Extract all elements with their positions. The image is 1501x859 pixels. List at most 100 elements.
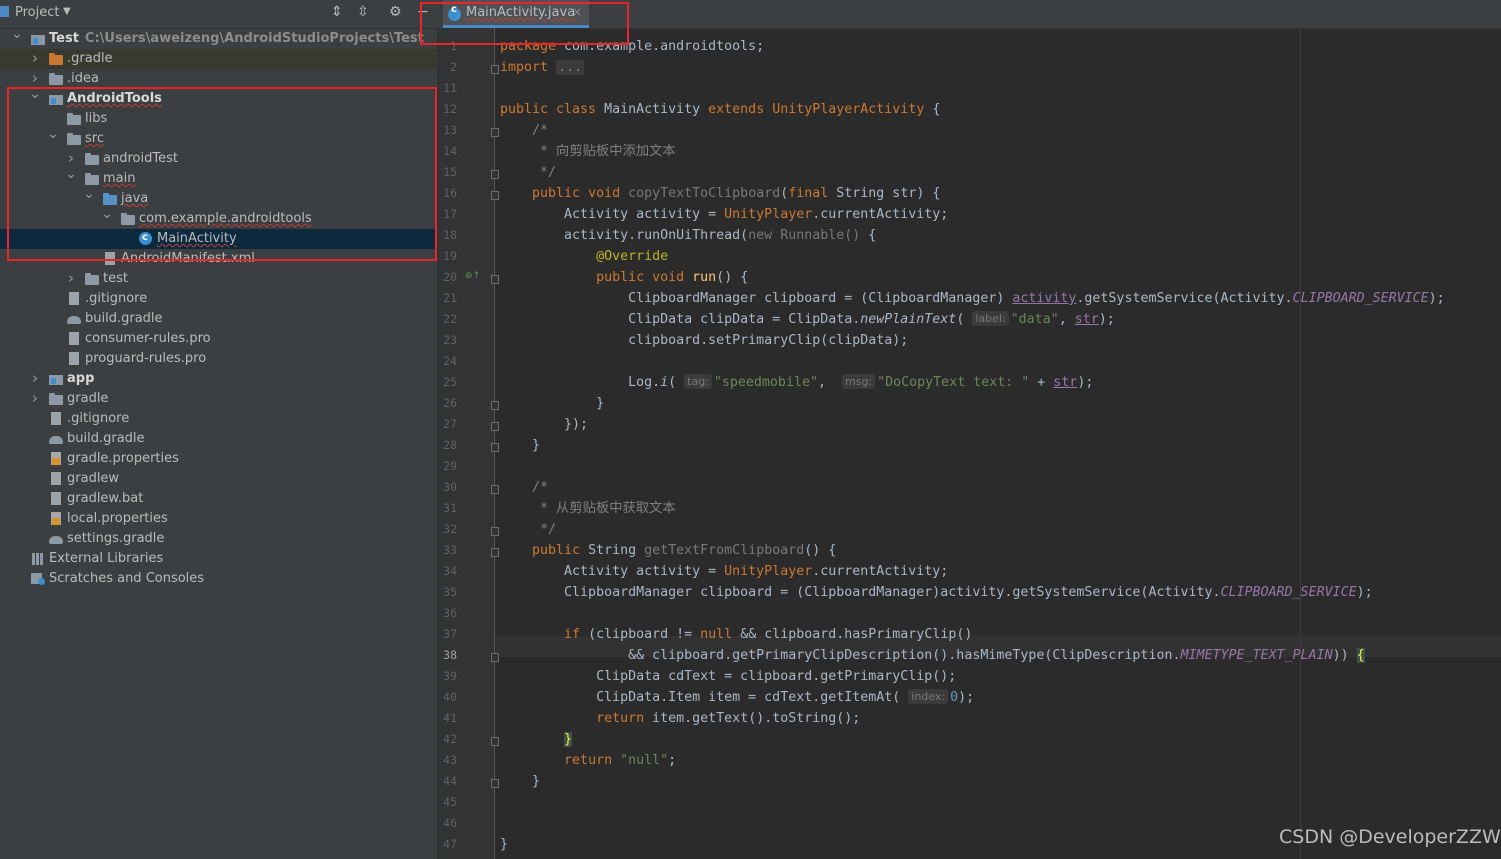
java-class-icon — [448, 4, 461, 21]
code-line[interactable]: ClipData cdText = clipboard.getPrimaryCl… — [500, 666, 956, 687]
code-line[interactable]: * 从剪贴板中获取文本 — [500, 498, 676, 519]
fold-marker-icon[interactable] — [491, 128, 499, 137]
tree-item-proguard-rules-pro[interactable]: proguard-rules.pro — [0, 349, 437, 369]
minimize-icon[interactable]: − — [417, 4, 429, 20]
tree-item-androidtools[interactable]: ⌄ AndroidTools — [0, 86, 437, 109]
tree-item-consumer-rules-pro[interactable]: consumer-rules.pro — [0, 329, 437, 349]
line-number: 18 — [443, 228, 457, 242]
collapse-all-icon[interactable]: ⇳ — [357, 4, 369, 20]
code-line[interactable]: public class MainActivity extends UnityP… — [500, 99, 940, 120]
fold-marker-icon[interactable] — [491, 527, 499, 536]
chevron-down-icon[interactable]: ⌄ — [29, 84, 41, 104]
code-line[interactable]: ClipboardManager clipboard = (ClipboardM… — [500, 288, 1445, 309]
code-line[interactable]: /* — [500, 477, 548, 498]
chevron-down-icon[interactable]: ▼ — [63, 6, 71, 17]
tree-item-com-example-androidtools[interactable]: ⌄ com.example.androidtools — [0, 206, 437, 229]
chevron-right-icon[interactable]: › — [29, 48, 41, 68]
tree-item-java[interactable]: ⌄ java — [0, 186, 437, 209]
tree-item-build-gradle[interactable]: build.gradle — [0, 309, 437, 329]
fold-marker-icon[interactable] — [491, 65, 499, 74]
code-line[interactable]: @Override — [500, 246, 668, 267]
code-line[interactable]: ClipboardManager clipboard = (ClipboardM… — [500, 582, 1373, 603]
code-line[interactable]: } — [500, 435, 540, 456]
code-line[interactable]: public void copyTextToClipboard(final St… — [500, 183, 940, 204]
code-line[interactable]: } — [500, 729, 573, 750]
tree-item-gradlew-bat[interactable]: gradlew.bat — [0, 489, 437, 509]
tree-item-mainactivity[interactable]: MainActivity — [0, 228, 437, 249]
code-line[interactable]: return "null"; — [500, 750, 676, 771]
code-line[interactable]: */ — [500, 162, 556, 183]
code-line[interactable]: activity.runOnUiThread(new Runnable() { — [500, 225, 876, 246]
tree-item-idea[interactable]: › .idea — [0, 69, 437, 89]
tree-item-gradle-properties[interactable]: gradle.properties — [0, 449, 437, 469]
project-panel: Project ▼ ⇕ ⇳ ⚙ − ⌄ Test C:\Users\aweizeng… — [0, 0, 437, 859]
code-line[interactable]: Activity activity = UnityPlayer.currentA… — [500, 204, 948, 225]
tree-item-scratches-and-consoles[interactable]: Scratches and Consoles — [0, 569, 437, 589]
code-line[interactable]: ClipData.Item item = cdText.getItemAt( i… — [500, 687, 974, 708]
chevron-down-icon[interactable]: ⌄ — [83, 184, 95, 204]
tree-item-src[interactable]: ⌄ src — [0, 126, 437, 149]
tree-item-gradle[interactable]: › .gradle — [0, 49, 437, 69]
override-marker-icon[interactable]: ⊚↑ — [465, 271, 480, 281]
tab-mainactivity[interactable]: MainActivity.java × — [443, 0, 589, 28]
tree-item-build-gradle[interactable]: build.gradle — [0, 429, 437, 449]
code-line[interactable]: package com.example.androidtools; — [500, 36, 764, 57]
fold-marker-icon[interactable] — [491, 170, 499, 179]
tree-item-gradlew[interactable]: gradlew — [0, 469, 437, 489]
gear-icon[interactable]: ⚙ — [389, 4, 402, 20]
tree-item-androidmanifest-xml[interactable]: AndroidManifest.xml — [0, 249, 437, 269]
tree-item-gitignore[interactable]: .gitignore — [0, 409, 437, 429]
chevron-down-icon[interactable]: ⌄ — [101, 204, 113, 224]
tree-item-libs[interactable]: libs — [0, 109, 437, 129]
code-line[interactable]: } — [500, 834, 508, 855]
tree-item-app[interactable]: › app — [0, 369, 437, 389]
code-line[interactable]: public void run() { — [500, 267, 748, 288]
code-line[interactable]: } — [500, 393, 604, 414]
chevron-down-icon[interactable]: ⌄ — [11, 24, 23, 44]
tree-item-gitignore[interactable]: .gitignore — [0, 289, 437, 309]
fold-marker-icon[interactable] — [491, 191, 499, 200]
code-line[interactable]: */ — [500, 519, 556, 540]
fold-marker-icon[interactable] — [491, 422, 499, 431]
code-line[interactable]: if (clipboard != null && clipboard.hasPr… — [500, 624, 972, 645]
chevron-right-icon[interactable]: › — [65, 268, 77, 288]
line-number: 47 — [443, 837, 457, 851]
fold-marker-icon[interactable] — [491, 275, 499, 284]
fold-marker-icon[interactable] — [491, 401, 499, 410]
code-line[interactable]: clipboard.setPrimaryClip(clipData); — [500, 330, 908, 351]
code-line[interactable]: Log.i( tag: "speedmobile", msg: "DoCopyTex… — [500, 372, 1093, 393]
code-line[interactable]: }); — [500, 414, 588, 435]
fold-marker-icon[interactable] — [491, 737, 499, 746]
tree-item-local-properties[interactable]: local.properties — [0, 509, 437, 529]
fold-marker-icon[interactable] — [491, 653, 499, 662]
code-line[interactable]: ClipData clipData = ClipData.newPlainTex… — [500, 309, 1115, 330]
fold-marker-icon[interactable] — [491, 443, 499, 452]
expand-all-icon[interactable]: ⇕ — [331, 4, 343, 20]
code-line[interactable]: /* — [500, 120, 548, 141]
code-line[interactable]: Activity activity = UnityPlayer.currentA… — [500, 561, 948, 582]
tree-item-main[interactable]: ⌄ main — [0, 166, 437, 189]
fold-marker-icon[interactable] — [491, 779, 499, 788]
project-view-selector[interactable]: Project — [0, 5, 59, 20]
file-icon — [67, 352, 81, 365]
tree-item-settings-gradle[interactable]: settings.gradle — [0, 529, 437, 549]
fold-marker-icon[interactable] — [491, 548, 499, 557]
code-line[interactable]: return item.getText().toString(); — [500, 708, 860, 729]
chevron-down-icon[interactable]: ⌄ — [65, 164, 77, 184]
code-line[interactable]: import ... — [500, 57, 585, 78]
chevron-right-icon[interactable]: › — [29, 388, 41, 408]
chevron-right-icon[interactable]: › — [29, 368, 41, 388]
tree-item-label: .gitignore — [85, 291, 148, 306]
chevron-down-icon[interactable]: ⌄ — [47, 124, 59, 144]
code-line[interactable]: && clipboard.getPrimaryClipDescription()… — [500, 645, 1365, 666]
tree-item-test[interactable]: ⌄ Test C:\Users\aweizeng\AndroidStudioProj… — [0, 26, 437, 49]
tree-item-gradle[interactable]: › gradle — [0, 389, 437, 409]
code-line[interactable]: * 向剪贴板中添加文本 — [500, 141, 676, 162]
close-icon[interactable]: × — [572, 5, 582, 19]
tree-item-test[interactable]: › test — [0, 269, 437, 289]
tree-item-external-libraries[interactable]: External Libraries — [0, 549, 437, 569]
module-icon — [31, 32, 45, 45]
code-line[interactable]: public String getTextFromClipboard() { — [500, 540, 836, 561]
code-line[interactable]: } — [500, 771, 540, 792]
fold-marker-icon[interactable] — [491, 485, 499, 494]
